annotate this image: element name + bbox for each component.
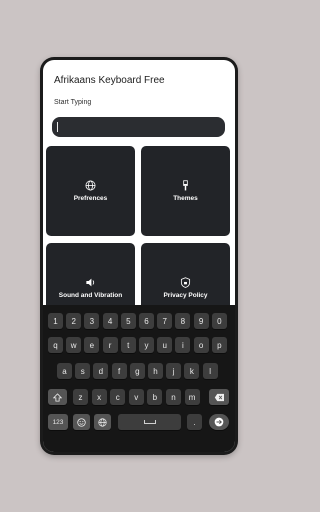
space-key[interactable] (118, 414, 181, 430)
key-2[interactable]: 2 (66, 313, 82, 329)
language-key[interactable] (94, 414, 111, 430)
period-key[interactable]: . (187, 414, 202, 430)
key-o[interactable]: o (193, 337, 209, 353)
key-u[interactable]: u (157, 337, 173, 353)
key-s[interactable]: s (75, 363, 91, 379)
emoji-icon (77, 417, 86, 427)
key-l[interactable]: l (202, 363, 218, 379)
numbers-mode-key[interactable]: 123 (48, 414, 68, 430)
key-m[interactable]: m (184, 389, 200, 405)
key-0[interactable]: 0 (211, 313, 227, 329)
key-z[interactable]: z (73, 389, 88, 405)
themes-tile[interactable]: Themes (141, 146, 230, 236)
emoji-key[interactable] (73, 414, 90, 430)
key-j[interactable]: j (166, 363, 182, 379)
key-q[interactable]: q (48, 337, 63, 353)
numbers-mode-label: 123 (52, 418, 64, 426)
keyboard: 1234567890 qwertyuiop asdfghjkl zxcvbnm … (43, 305, 235, 452)
privacy-policy-label: Privacy Policy (163, 292, 208, 299)
key-w[interactable]: w (66, 337, 82, 353)
app-title: Afrikaans Keyboard Free (54, 75, 165, 86)
key-g[interactable]: g (129, 363, 145, 379)
key-h[interactable]: h (148, 363, 163, 379)
globe-icon (85, 180, 96, 191)
key-1[interactable]: 1 (48, 313, 63, 329)
phone-frame: Afrikaans Keyboard Free Start Typing Pre… (40, 57, 238, 455)
key-x[interactable]: x (91, 389, 107, 405)
key-6[interactable]: 6 (139, 313, 154, 329)
key-r[interactable]: r (102, 337, 118, 353)
key-i[interactable]: i (175, 337, 191, 353)
enter-key[interactable] (209, 414, 229, 430)
key-p[interactable]: p (211, 337, 227, 353)
space-icon (143, 420, 156, 424)
typing-input[interactable] (52, 117, 225, 137)
themes-label: Themes (173, 195, 198, 202)
backspace-icon (214, 393, 224, 401)
shield-icon (180, 277, 191, 288)
key-8[interactable]: 8 (175, 313, 191, 329)
key-d[interactable]: d (93, 363, 109, 379)
key-f[interactable]: f (111, 363, 127, 379)
key-7[interactable]: 7 (157, 313, 173, 329)
key-3[interactable]: 3 (84, 313, 100, 329)
key-c[interactable]: c (110, 389, 126, 405)
key-v[interactable]: v (128, 389, 144, 405)
arrow-right-icon (214, 417, 224, 427)
key-4[interactable]: 4 (102, 313, 118, 329)
shift-arrow-icon (53, 392, 62, 402)
backspace-key[interactable] (209, 389, 229, 405)
app-screen: Afrikaans Keyboard Free Start Typing Pre… (43, 60, 235, 452)
preferences-tile[interactable]: Prefrences (46, 146, 135, 236)
paintbrush-icon (183, 180, 188, 191)
key-b[interactable]: b (147, 389, 163, 405)
speaker-icon (86, 278, 95, 287)
key-5[interactable]: 5 (120, 313, 136, 329)
key-k[interactable]: k (184, 363, 200, 379)
globe-icon (98, 417, 107, 427)
sound-vibration-label: Sound and Vibration (58, 292, 123, 299)
key-e[interactable]: e (84, 337, 100, 353)
text-cursor (57, 122, 58, 132)
key-t[interactable]: t (120, 337, 136, 353)
key-a[interactable]: a (57, 363, 72, 379)
shift-key[interactable] (48, 389, 67, 405)
preferences-label: Prefrences (73, 195, 108, 202)
key-y[interactable]: y (139, 337, 154, 353)
key-9[interactable]: 9 (193, 313, 209, 329)
key-n[interactable]: n (166, 389, 181, 405)
start-typing-label: Start Typing (54, 99, 92, 106)
